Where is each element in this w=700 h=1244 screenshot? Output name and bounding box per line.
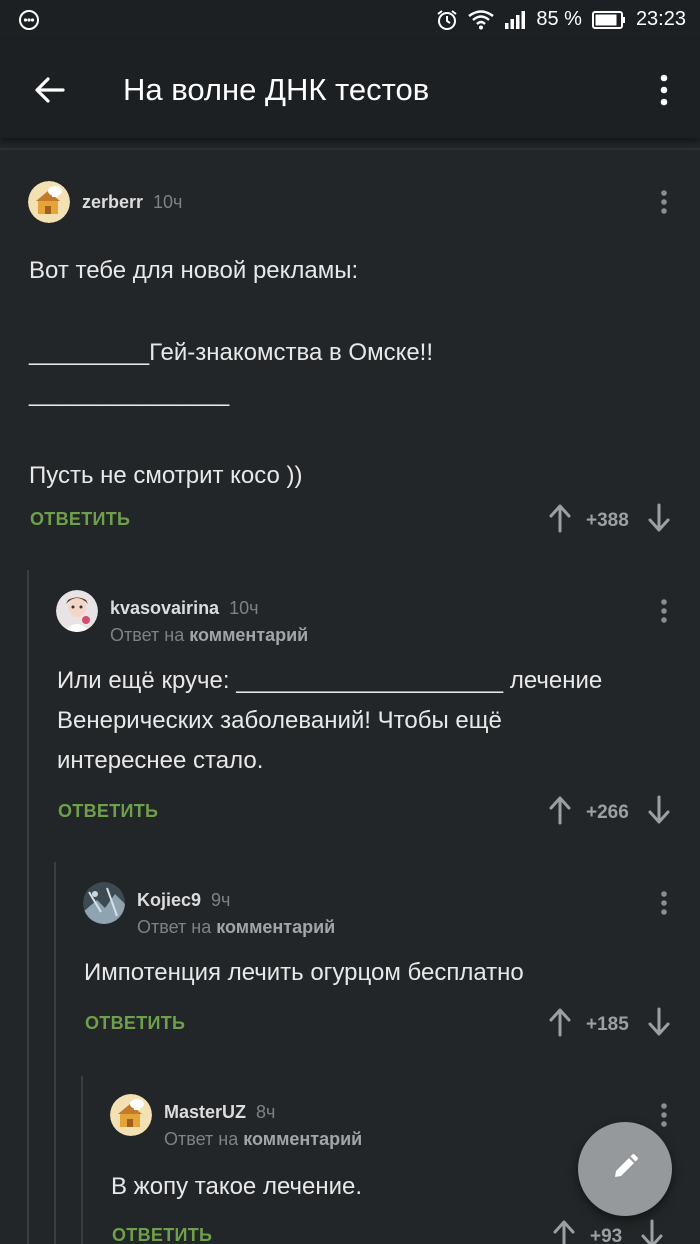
comment-score: +93 <box>590 1225 623 1244</box>
reply-to-prefix: Ответ на <box>137 917 212 937</box>
status-time: 23:23 <box>635 8 686 30</box>
reply-to-link[interactable]: комментарий <box>216 917 335 937</box>
vote-controls: +93 <box>552 1219 664 1244</box>
alarm-icon <box>436 9 458 31</box>
upvote-icon[interactable] <box>548 795 572 830</box>
signal-icon <box>504 10 526 30</box>
comment-menu-icon[interactable] <box>654 1101 674 1131</box>
avatar[interactable] <box>28 181 70 223</box>
comment-line: _________Гей-знакомства в Омске!! <box>29 339 434 366</box>
comment-line: Венерических заболеваний! Чтобы ещё <box>57 707 502 734</box>
comment-body: Или ещё круче: ____________________ лече… <box>57 661 602 781</box>
comment-time: 10ч <box>153 192 183 212</box>
comment-time: 9ч <box>211 890 231 910</box>
battery-icon <box>591 10 626 30</box>
comment-score: +266 <box>586 801 629 823</box>
upvote-icon[interactable] <box>548 503 572 538</box>
reply-to-line: Ответ на комментарий <box>164 1129 362 1150</box>
avatar[interactable] <box>56 590 98 632</box>
reply-button[interactable]: ОТВЕТИТЬ <box>85 1013 185 1034</box>
thread-line <box>81 1076 83 1244</box>
downvote-icon[interactable] <box>640 1219 664 1244</box>
arrow-left-icon[interactable] <box>30 70 70 110</box>
page-title: На волне ДНК тестов <box>123 72 430 107</box>
reply-to-link[interactable]: комментарий <box>189 625 308 645</box>
comment-time: 10ч <box>229 598 259 618</box>
comment-menu-icon[interactable] <box>654 889 674 919</box>
comment-body: Вот тебе для новой рекламы: _________Гей… <box>29 250 433 496</box>
comment-line: _______________ <box>29 380 230 407</box>
comment-header: kvasovairina 10ч Ответ на комментарий <box>56 590 308 646</box>
pencil-icon <box>611 1153 639 1186</box>
avatar[interactable] <box>83 882 125 924</box>
reply-button[interactable]: ОТВЕТИТЬ <box>112 1225 212 1244</box>
upvote-icon[interactable] <box>548 1007 572 1042</box>
vote-controls: +266 <box>548 795 671 830</box>
battery-percent: 85 % <box>536 8 582 30</box>
comment-header: Kojiec9 9ч Ответ на комментарий <box>83 882 335 938</box>
more-vertical-icon[interactable] <box>654 70 674 110</box>
vote-controls: +185 <box>548 1007 671 1042</box>
reply-to-prefix: Ответ на <box>110 625 185 645</box>
avatar[interactable] <box>110 1094 152 1136</box>
author-name[interactable]: kvasovairina <box>110 598 219 619</box>
comment-line: В жопу такое лечение. <box>111 1173 363 1200</box>
downvote-icon[interactable] <box>647 795 671 830</box>
comment-body: Импотенция лечить огурцом бесплатно <box>84 953 524 993</box>
comment-menu-icon[interactable] <box>654 597 674 627</box>
comment-line <box>29 291 433 332</box>
comment-score: +185 <box>586 1013 629 1035</box>
comment-header: zerberr 10ч <box>28 181 182 223</box>
comment-line <box>29 414 433 455</box>
reply-button[interactable]: ОТВЕТИТЬ <box>58 801 158 822</box>
vote-controls: +388 <box>548 503 671 538</box>
comment-line: Или ещё круче: ____________________ лече… <box>57 667 603 694</box>
wifi-icon <box>468 9 495 30</box>
thread-line <box>54 862 56 1244</box>
comment-line: Пусть не смотрит косо )) <box>29 462 303 489</box>
comment-header: MasterUZ 8ч Ответ на комментарий <box>110 1094 362 1150</box>
notification-icon <box>18 9 40 36</box>
comment-time: 8ч <box>256 1102 276 1122</box>
author-name[interactable]: MasterUZ <box>164 1102 246 1123</box>
author-name[interactable]: Kojiec9 <box>137 890 201 911</box>
comment-line: интереснее стало. <box>57 747 264 774</box>
write-comment-button[interactable] <box>578 1122 672 1216</box>
reply-to-line: Ответ на комментарий <box>110 625 308 646</box>
comment-menu-icon[interactable] <box>654 188 674 218</box>
status-bar: 85 % 23:23 <box>0 0 700 40</box>
downvote-icon[interactable] <box>647 503 671 538</box>
reply-to-link[interactable]: комментарий <box>243 1129 362 1149</box>
reply-to-line: Ответ на комментарий <box>137 917 335 938</box>
comment-score: +388 <box>586 509 629 531</box>
divider <box>0 148 700 150</box>
reply-to-prefix: Ответ на <box>164 1129 239 1149</box>
comment-body: В жопу такое лечение. <box>111 1167 362 1207</box>
thread-line <box>27 570 29 1244</box>
downvote-icon[interactable] <box>647 1007 671 1042</box>
author-name[interactable]: zerberr <box>82 192 143 213</box>
comment-line: Вот тебе для новой рекламы: <box>29 257 359 284</box>
comment-line: Импотенция лечить огурцом бесплатно <box>84 959 524 986</box>
app-bar: На волне ДНК тестов <box>0 40 700 138</box>
upvote-icon[interactable] <box>552 1219 576 1244</box>
reply-button[interactable]: ОТВЕТИТЬ <box>30 509 130 530</box>
